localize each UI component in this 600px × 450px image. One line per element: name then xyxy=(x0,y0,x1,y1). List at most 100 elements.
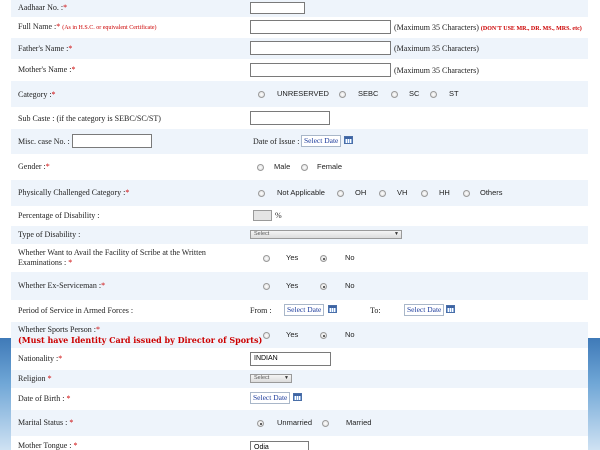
father-name-input[interactable] xyxy=(250,41,391,55)
gender-male-label: Male xyxy=(274,162,291,171)
mother-tongue-row: Mother Tongue : * Odia xyxy=(11,436,588,450)
armed-service-label: Period of Service in Armed Forces : xyxy=(18,306,134,315)
category-sc-radio[interactable] xyxy=(391,91,398,98)
pc-vh-label: VH xyxy=(397,188,408,197)
gender-female-label: Female xyxy=(317,162,343,171)
calendar-icon[interactable] xyxy=(344,136,353,144)
full-name-note: (Maximum 35 Characters) (DON'T USE MR., … xyxy=(394,23,582,32)
full-name-label: Full Name :* (As in H.S.C. or equivalent… xyxy=(18,22,157,31)
ex-serviceman-yes-radio[interactable] xyxy=(263,283,270,290)
disability-percentage-label: Percentage of Disability : xyxy=(18,211,100,220)
scribe-yes-label: Yes xyxy=(286,253,299,262)
pc-not-applicable-label: Not Applicable xyxy=(277,188,325,197)
pc-hh-radio[interactable] xyxy=(421,190,428,197)
sports-no-radio[interactable] xyxy=(320,332,327,339)
calendar-icon[interactable] xyxy=(328,305,337,313)
father-name-note: (Maximum 35 Characters) xyxy=(394,44,479,53)
pc-oh-label: OH xyxy=(355,188,367,197)
category-unreserved-label: UNRESERVED xyxy=(277,89,329,98)
service-to-date-button[interactable]: Select Date xyxy=(404,304,445,316)
disability-type-label: Type of Disability : xyxy=(18,230,81,239)
category-sebc-label: SEBC xyxy=(358,89,379,98)
scribe-no-label: No xyxy=(345,253,355,262)
mother-tongue-input[interactable]: Odia xyxy=(250,441,309,450)
category-sc-label: SC xyxy=(409,89,420,98)
sports-yes-label: Yes xyxy=(286,330,299,339)
scribe-yes-radio[interactable] xyxy=(263,255,270,262)
sub-caste-row: Sub Caste : (if the category is SEBC/SC/… xyxy=(11,107,588,129)
sub-caste-input[interactable] xyxy=(250,111,330,125)
pc-oh-radio[interactable] xyxy=(337,190,344,197)
pc-vh-radio[interactable] xyxy=(379,190,386,197)
marital-married-radio[interactable] xyxy=(322,420,329,427)
date-of-issue-button[interactable]: Select Date xyxy=(301,135,342,147)
service-from-date-button[interactable]: Select Date xyxy=(284,304,325,316)
calendar-icon[interactable] xyxy=(446,305,455,313)
ex-serviceman-row: Whether Ex-Serviceman :* Yes No xyxy=(11,272,588,300)
misc-case-row: Misc. case No. : Date of Issue : Select … xyxy=(11,129,588,154)
nationality-label: Nationality :* xyxy=(18,354,63,363)
marital-unmarried-radio[interactable] xyxy=(257,420,264,427)
mother-name-note: (Maximum 35 Characters) xyxy=(394,66,479,75)
scribe-no-radio[interactable] xyxy=(320,255,327,262)
religion-label: Religion * xyxy=(18,374,52,383)
sports-label: Whether Sports Person :* xyxy=(18,325,100,334)
disability-type-row: Type of Disability : Select ▼ xyxy=(11,226,588,244)
category-label: Category :* xyxy=(18,90,56,99)
pc-others-label: Others xyxy=(480,188,503,197)
category-st-radio[interactable] xyxy=(430,91,437,98)
full-name-row: Full Name :* (As in H.S.C. or equivalent… xyxy=(11,17,588,38)
ex-serviceman-no-radio[interactable] xyxy=(320,283,327,290)
category-row: Category :* UNRESERVED SEBC SC ST xyxy=(11,81,588,107)
disability-percentage-input[interactable] xyxy=(253,210,272,221)
ex-serviceman-label: Whether Ex-Serviceman :* xyxy=(18,281,106,290)
marital-status-row: Marital Status : * Unmarried Married xyxy=(11,410,588,436)
dob-row: Date of Birth : * Select Date xyxy=(11,388,588,410)
category-sebc-radio[interactable] xyxy=(339,91,346,98)
ex-serviceman-yes-label: Yes xyxy=(286,281,299,290)
disability-percentage-row: Percentage of Disability : % xyxy=(11,206,588,226)
ex-serviceman-no-label: No xyxy=(345,281,355,290)
mother-name-label: Mother's Name :* xyxy=(18,65,76,74)
pc-others-radio[interactable] xyxy=(463,190,470,197)
misc-case-input[interactable] xyxy=(72,134,152,148)
aadhaar-input[interactable] xyxy=(250,2,305,14)
marital-unmarried-label: Unmarried xyxy=(277,418,313,427)
dob-label: Date of Birth : * xyxy=(18,394,71,403)
full-name-input[interactable] xyxy=(250,20,391,34)
category-unreserved-radio[interactable] xyxy=(258,91,265,98)
to-label: To: xyxy=(370,306,381,315)
misc-case-label: Misc. case No. : xyxy=(18,137,70,146)
from-label: From : xyxy=(250,306,272,315)
chevron-down-icon: ▼ xyxy=(284,375,289,381)
marital-married-label: Married xyxy=(346,418,372,427)
dob-date-button[interactable]: Select Date xyxy=(250,392,291,404)
sub-caste-label: Sub Caste : (if the category is SEBC/SC/… xyxy=(18,114,161,123)
percent-sign: % xyxy=(275,211,282,220)
aadhaar-row: Aadhaar No. :* xyxy=(11,0,588,17)
gender-male-radio[interactable] xyxy=(257,164,264,171)
pc-not-applicable-radio[interactable] xyxy=(258,190,265,197)
scribe-row: Whether Want to Avail the Facility of Sc… xyxy=(11,244,588,272)
nationality-input[interactable]: INDIAN xyxy=(250,352,331,366)
aadhaar-label: Aadhaar No. :* xyxy=(18,3,68,12)
date-of-issue-label: Date of Issue : xyxy=(253,137,300,146)
physically-challenged-label: Physically Challenged Category :* xyxy=(18,188,130,197)
disability-type-select[interactable]: Select ▼ xyxy=(250,230,402,239)
nationality-row: Nationality :* INDIAN xyxy=(11,348,588,370)
sports-row: Whether Sports Person :* (Must have Iden… xyxy=(11,322,588,348)
sports-yes-radio[interactable] xyxy=(263,332,270,339)
pc-hh-label: HH xyxy=(439,188,450,197)
father-name-label: Father's Name :* xyxy=(18,44,73,53)
armed-service-row: Period of Service in Armed Forces : From… xyxy=(11,300,588,322)
category-st-label: ST xyxy=(449,89,459,98)
religion-select[interactable]: Select ▼ xyxy=(250,374,292,383)
calendar-icon[interactable] xyxy=(293,393,302,401)
father-name-row: Father's Name :* (Maximum 35 Characters) xyxy=(11,38,588,59)
mother-name-input[interactable] xyxy=(250,63,391,77)
application-form: Aadhaar No. :* Full Name :* (As in H.S.C… xyxy=(11,0,588,450)
mother-tongue-label: Mother Tongue : * xyxy=(18,441,78,450)
sports-no-label: No xyxy=(345,330,355,339)
scribe-label: Whether Want to Avail the Facility of Sc… xyxy=(18,248,206,267)
gender-female-radio[interactable] xyxy=(301,164,308,171)
